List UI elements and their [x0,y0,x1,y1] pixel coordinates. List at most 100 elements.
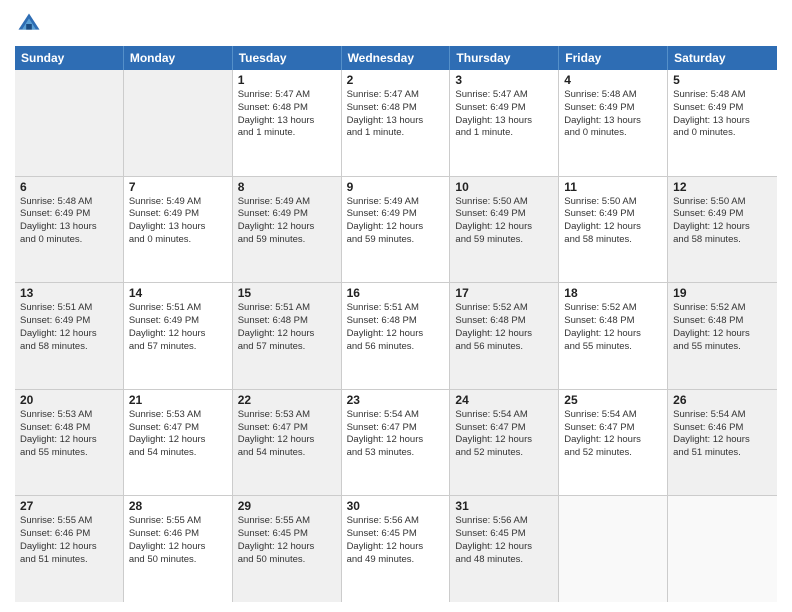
day-number: 20 [20,393,118,407]
calendar-day-13: 13 Sunrise: 5:51 AM Sunset: 6:49 PM Dayli… [15,283,124,389]
day-number: 4 [564,73,662,87]
day-info: Sunrise: 5:51 AM Sunset: 6:48 PM Dayligh… [238,302,336,353]
calendar-day-15: 15 Sunrise: 5:51 AM Sunset: 6:48 PM Dayli… [233,283,342,389]
calendar-day-23: 23 Sunrise: 5:54 AM Sunset: 6:47 PM Dayli… [342,390,451,496]
calendar-day-1: 1 Sunrise: 5:47 AM Sunset: 6:48 PM Daylig… [233,70,342,176]
day-number: 17 [455,286,553,300]
calendar-empty-cell [15,70,124,176]
calendar-day-2: 2 Sunrise: 5:47 AM Sunset: 6:48 PM Daylig… [342,70,451,176]
calendar-day-29: 29 Sunrise: 5:55 AM Sunset: 6:45 PM Dayli… [233,496,342,602]
calendar-day-17: 17 Sunrise: 5:52 AM Sunset: 6:48 PM Dayli… [450,283,559,389]
day-number: 25 [564,393,662,407]
day-number: 28 [129,499,227,513]
day-info: Sunrise: 5:49 AM Sunset: 6:49 PM Dayligh… [238,196,336,247]
day-info: Sunrise: 5:53 AM Sunset: 6:47 PM Dayligh… [238,409,336,460]
day-number: 11 [564,180,662,194]
day-info: Sunrise: 5:52 AM Sunset: 6:48 PM Dayligh… [564,302,662,353]
header-day-wednesday: Wednesday [342,46,451,70]
day-number: 26 [673,393,772,407]
calendar-week-4: 20Sunrise: 5:53 AM Sunset: 6:48 PM Dayli… [15,390,777,497]
day-info: Sunrise: 5:47 AM Sunset: 6:48 PM Dayligh… [347,89,445,140]
day-info: Sunrise: 5:55 AM Sunset: 6:46 PM Dayligh… [20,515,118,566]
calendar-empty-cell [124,70,233,176]
day-info: Sunrise: 5:51 AM Sunset: 6:48 PM Dayligh… [347,302,445,353]
day-number: 23 [347,393,445,407]
calendar-header: SundayMondayTuesdayWednesdayThursdayFrid… [15,46,777,70]
day-number: 13 [20,286,118,300]
day-number: 21 [129,393,227,407]
day-number: 9 [347,180,445,194]
calendar-day-18: 18 Sunrise: 5:52 AM Sunset: 6:48 PM Dayli… [559,283,668,389]
day-number: 3 [455,73,553,87]
day-number: 30 [347,499,445,513]
day-number: 14 [129,286,227,300]
logo-icon [15,10,43,38]
calendar-empty-cell [668,496,777,602]
day-info: Sunrise: 5:52 AM Sunset: 6:48 PM Dayligh… [455,302,553,353]
calendar-day-25: 25Sunrise: 5:54 AM Sunset: 6:47 PM Dayli… [559,390,668,496]
day-info: Sunrise: 5:55 AM Sunset: 6:45 PM Dayligh… [238,515,336,566]
calendar-day-26: 26Sunrise: 5:54 AM Sunset: 6:46 PM Dayli… [668,390,777,496]
day-number: 27 [20,499,118,513]
page: SundayMondayTuesdayWednesdayThursdayFrid… [0,0,792,612]
day-number: 1 [238,73,336,87]
day-info: Sunrise: 5:56 AM Sunset: 6:45 PM Dayligh… [347,515,445,566]
day-info: Sunrise: 5:48 AM Sunset: 6:49 PM Dayligh… [673,89,772,140]
header-day-monday: Monday [124,46,233,70]
day-number: 18 [564,286,662,300]
calendar-empty-cell [559,496,668,602]
calendar-day-5: 5 Sunrise: 5:48 AM Sunset: 6:49 PM Daylig… [668,70,777,176]
calendar-day-16: 16 Sunrise: 5:51 AM Sunset: 6:48 PM Dayli… [342,283,451,389]
day-info: Sunrise: 5:47 AM Sunset: 6:49 PM Dayligh… [455,89,553,140]
day-info: Sunrise: 5:51 AM Sunset: 6:49 PM Dayligh… [20,302,118,353]
day-info: Sunrise: 5:49 AM Sunset: 6:49 PM Dayligh… [129,196,227,247]
day-info: Sunrise: 5:50 AM Sunset: 6:49 PM Dayligh… [455,196,553,247]
header [15,10,777,38]
calendar-day-4: 4 Sunrise: 5:48 AM Sunset: 6:49 PM Daylig… [559,70,668,176]
calendar-day-11: 11Sunrise: 5:50 AM Sunset: 6:49 PM Dayli… [559,177,668,283]
calendar: SundayMondayTuesdayWednesdayThursdayFrid… [15,46,777,602]
calendar-week-5: 27 Sunrise: 5:55 AM Sunset: 6:46 PM Dayli… [15,496,777,602]
calendar-day-20: 20Sunrise: 5:53 AM Sunset: 6:48 PM Dayli… [15,390,124,496]
day-number: 15 [238,286,336,300]
calendar-day-19: 19Sunrise: 5:52 AM Sunset: 6:48 PM Dayli… [668,283,777,389]
calendar-week-1: 1 Sunrise: 5:47 AM Sunset: 6:48 PM Daylig… [15,70,777,177]
day-number: 2 [347,73,445,87]
day-number: 29 [238,499,336,513]
calendar-body: 1 Sunrise: 5:47 AM Sunset: 6:48 PM Daylig… [15,70,777,602]
header-day-thursday: Thursday [450,46,559,70]
day-info: Sunrise: 5:48 AM Sunset: 6:49 PM Dayligh… [20,196,118,247]
day-number: 10 [455,180,553,194]
day-info: Sunrise: 5:50 AM Sunset: 6:49 PM Dayligh… [673,196,772,247]
header-day-tuesday: Tuesday [233,46,342,70]
day-info: Sunrise: 5:47 AM Sunset: 6:48 PM Dayligh… [238,89,336,140]
day-number: 22 [238,393,336,407]
calendar-day-10: 10 Sunrise: 5:50 AM Sunset: 6:49 PM Dayli… [450,177,559,283]
day-number: 19 [673,286,772,300]
day-number: 24 [455,393,553,407]
calendar-day-31: 31Sunrise: 5:56 AM Sunset: 6:45 PM Dayli… [450,496,559,602]
calendar-week-3: 13 Sunrise: 5:51 AM Sunset: 6:49 PM Dayli… [15,283,777,390]
day-number: 5 [673,73,772,87]
day-info: Sunrise: 5:54 AM Sunset: 6:47 PM Dayligh… [347,409,445,460]
day-info: Sunrise: 5:48 AM Sunset: 6:49 PM Dayligh… [564,89,662,140]
day-number: 12 [673,180,772,194]
header-day-sunday: Sunday [15,46,124,70]
header-day-friday: Friday [559,46,668,70]
day-info: Sunrise: 5:51 AM Sunset: 6:49 PM Dayligh… [129,302,227,353]
header-day-saturday: Saturday [668,46,777,70]
day-number: 8 [238,180,336,194]
day-info: Sunrise: 5:56 AM Sunset: 6:45 PM Dayligh… [455,515,553,566]
calendar-day-27: 27 Sunrise: 5:55 AM Sunset: 6:46 PM Dayli… [15,496,124,602]
day-number: 16 [347,286,445,300]
calendar-day-9: 9Sunrise: 5:49 AM Sunset: 6:49 PM Daylig… [342,177,451,283]
calendar-week-2: 6Sunrise: 5:48 AM Sunset: 6:49 PM Daylig… [15,177,777,284]
calendar-day-8: 8 Sunrise: 5:49 AM Sunset: 6:49 PM Daylig… [233,177,342,283]
calendar-day-30: 30 Sunrise: 5:56 AM Sunset: 6:45 PM Dayli… [342,496,451,602]
day-number: 7 [129,180,227,194]
calendar-day-7: 7 Sunrise: 5:49 AM Sunset: 6:49 PM Daylig… [124,177,233,283]
calendar-day-21: 21 Sunrise: 5:53 AM Sunset: 6:47 PM Dayli… [124,390,233,496]
day-info: Sunrise: 5:55 AM Sunset: 6:46 PM Dayligh… [129,515,227,566]
day-info: Sunrise: 5:53 AM Sunset: 6:47 PM Dayligh… [129,409,227,460]
calendar-day-6: 6Sunrise: 5:48 AM Sunset: 6:49 PM Daylig… [15,177,124,283]
